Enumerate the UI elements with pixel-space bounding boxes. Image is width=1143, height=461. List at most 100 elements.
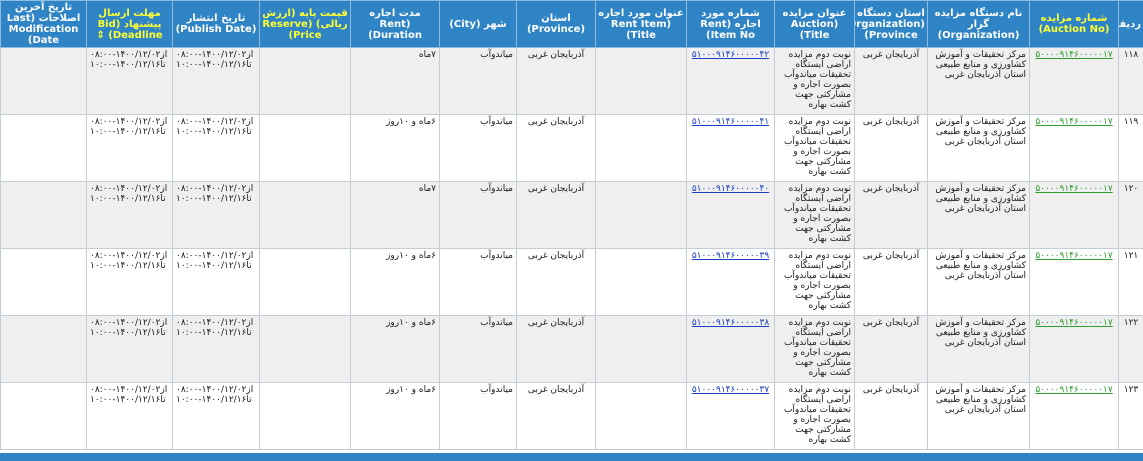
rent-item-number-link[interactable]: ۵۱۰۰۰۹۱۴۶۰۰۰۰۰۴۱ — [686, 114, 775, 182]
province-cell: آذربایجان غربی — [516, 248, 596, 316]
table-row[interactable]: ۱۲۳ ۵۰۰۰۰۹۱۴۶۰۰۰۰۰۱۷ مرکز تحقیقات و آموزش … — [0, 382, 1143, 450]
rent-item-number-link[interactable]: ۵۱۰۰۰۹۱۴۶۰۰۰۰۰۳۹ — [686, 248, 775, 316]
column-header-org-province[interactable]: استان دستگاه (Organization Province) — [854, 0, 928, 48]
organization-province-cell: آذربایجان غربی — [854, 47, 928, 115]
last-modification-cell — [0, 47, 87, 115]
table-row[interactable]: ۱۱۹ ۵۰۰۰۰۹۱۴۶۰۰۰۰۰۱۷ مرکز تحقیقات و آموزش … — [0, 114, 1143, 182]
column-header-reserve-price[interactable]: قیمت پایه (ارزش ریالی) (Reserve Price) — [259, 0, 351, 48]
date-line: تا۱۴۰۰/۱۲/۱۶-۱۰:۰۰ — [90, 328, 166, 338]
date-line: تا۱۴۰۰/۱۲/۱۶-۱۰:۰۰ — [176, 60, 252, 70]
bid-deadline-cell: از۱۴۰۰/۱۲/۰۲-۰۸:۰۰ تا۱۴۰۰/۱۲/۱۶-۱۰:۰۰ — [86, 181, 173, 249]
row-number-cell: ۱۲۳ — [1118, 382, 1143, 450]
auction-number-link[interactable]: ۵۰۰۰۰۹۱۴۶۰۰۰۰۰۱۷ — [1029, 248, 1119, 316]
column-header-publish-date[interactable]: تاریخ انتشار (Publish Date) — [172, 0, 260, 48]
last-modification-cell — [0, 248, 87, 316]
bottom-scrollbar[interactable] — [0, 453, 1143, 461]
rent-item-title-cell — [595, 181, 687, 249]
publish-date-cell: از۱۴۰۰/۱۲/۰۲-۰۸:۰۰ تا۱۴۰۰/۱۲/۱۶-۱۰:۰۰ — [172, 248, 260, 316]
rent-duration-cell: ۶ماه و ۱۰روز — [350, 315, 440, 383]
auction-number-link[interactable]: ۵۰۰۰۰۹۱۴۶۰۰۰۰۰۱۷ — [1029, 47, 1119, 115]
province-cell: آذربایجان غربی — [516, 315, 596, 383]
city-cell: میاندوآب — [439, 382, 517, 450]
column-header-rent-item-title[interactable]: عنوان مورد اجاره (Rent Item Title) — [595, 0, 687, 48]
column-header-auction-no[interactable]: شماره مزایده (Auction No) — [1029, 0, 1119, 48]
date-line: از۱۴۰۰/۱۲/۰۲-۰۸:۰۰ — [90, 318, 168, 328]
date-line: از۱۴۰۰/۱۲/۰۲-۰۸:۰۰ — [90, 385, 168, 395]
city-cell: میاندوآب — [439, 248, 517, 316]
table-row[interactable]: ۱۲۰ ۵۰۰۰۰۹۱۴۶۰۰۰۰۰۱۷ مرکز تحقیقات و آموزش … — [0, 181, 1143, 249]
row-number-cell: ۱۱۸ — [1118, 47, 1143, 115]
bid-deadline-cell: از۱۴۰۰/۱۲/۰۲-۰۸:۰۰ تا۱۴۰۰/۱۲/۱۶-۱۰:۰۰ — [86, 315, 173, 383]
date-line: از۱۴۰۰/۱۲/۰۲-۰۸:۰۰ — [176, 117, 254, 127]
rent-item-number-link[interactable]: ۵۱۰۰۰۹۱۴۶۰۰۰۰۰۴۰ — [686, 181, 775, 249]
rent-duration-cell: ۶ماه و ۱۰روز — [350, 382, 440, 450]
city-cell: میاندوآب — [439, 114, 517, 182]
column-header-bid-deadline[interactable]: مهلت ارسال پیشنهاد (Bid Deadline) ⇕ — [86, 0, 173, 48]
organization-cell: مرکز تحقیقات و آموزش کشاورزی و منابع طبی… — [927, 114, 1030, 182]
reserve-price-cell — [259, 248, 351, 316]
date-line: تا۱۴۰۰/۱۲/۱۶-۱۰:۰۰ — [90, 60, 166, 70]
rent-duration-cell: ۶ماه و ۱۰روز — [350, 248, 440, 316]
organization-cell: مرکز تحقیقات و آموزش کشاورزی و منابع طبی… — [927, 315, 1030, 383]
bid-deadline-cell: از۱۴۰۰/۱۲/۰۲-۰۸:۰۰ تا۱۴۰۰/۱۲/۱۶-۱۰:۰۰ — [86, 382, 173, 450]
column-header-rent-item-no[interactable]: شماره مورد اجاره (Rent Item No) — [686, 0, 775, 48]
organization-province-cell: آذربایجان غربی — [854, 114, 928, 182]
rent-item-number-link[interactable]: ۵۱۰۰۰۹۱۴۶۰۰۰۰۰۳۸ — [686, 315, 775, 383]
province-cell: آذربایجان غربی — [516, 47, 596, 115]
bid-deadline-cell: از۱۴۰۰/۱۲/۰۲-۰۸:۰۰ تا۱۴۰۰/۱۲/۱۶-۱۰:۰۰ — [86, 47, 173, 115]
publish-date-cell: از۱۴۰۰/۱۲/۰۲-۰۸:۰۰ تا۱۴۰۰/۱۲/۱۶-۱۰:۰۰ — [172, 382, 260, 450]
rent-item-title-cell — [595, 47, 687, 115]
column-header-city[interactable]: شهر (City) — [439, 0, 517, 48]
bid-deadline-cell: از۱۴۰۰/۱۲/۰۲-۰۸:۰۰ تا۱۴۰۰/۱۲/۱۶-۱۰:۰۰ — [86, 114, 173, 182]
table-body: ۱۱۸ ۵۰۰۰۰۹۱۴۶۰۰۰۰۰۱۷ مرکز تحقیقات و آموزش … — [0, 47, 1143, 450]
rent-item-number-link[interactable]: ۵۱۰۰۰۹۱۴۶۰۰۰۰۰۴۲ — [686, 47, 775, 115]
rent-duration-cell: ۶ماه و ۱۰روز — [350, 114, 440, 182]
date-line: تا۱۴۰۰/۱۲/۱۶-۱۰:۰۰ — [176, 194, 252, 204]
auction-title-cell: نوبت دوم مزایده اراضی ایستگاه تحقیقات می… — [774, 181, 855, 249]
reserve-price-cell — [259, 181, 351, 249]
rent-item-number-link[interactable]: ۵۱۰۰۰۹۱۴۶۰۰۰۰۰۳۷ — [686, 382, 775, 450]
date-line: از۱۴۰۰/۱۲/۰۲-۰۸:۰۰ — [90, 184, 168, 194]
date-line: تا۱۴۰۰/۱۲/۱۶-۱۰:۰۰ — [90, 261, 166, 271]
last-modification-cell — [0, 181, 87, 249]
organization-cell: مرکز تحقیقات و آموزش کشاورزی و منابع طبی… — [927, 382, 1030, 450]
column-header-organization[interactable]: نام دستگاه مزایده گزار (Organization) — [927, 0, 1030, 48]
date-line: از۱۴۰۰/۱۲/۰۲-۰۸:۰۰ — [176, 318, 254, 328]
column-header-last-mod[interactable]: تاریخ آخرین اصلاحات (Last Modification D… — [0, 0, 87, 48]
column-header-rent-duration[interactable]: مدت اجاره (Rent Duration) — [350, 0, 440, 48]
auction-title-cell: نوبت دوم مزایده اراضی ایستگاه تحقیقات می… — [774, 248, 855, 316]
row-number-cell: ۱۲۲ — [1118, 315, 1143, 383]
table-row[interactable]: ۱۲۱ ۵۰۰۰۰۹۱۴۶۰۰۰۰۰۱۷ مرکز تحقیقات و آموزش … — [0, 248, 1143, 316]
province-cell: آذربایجان غربی — [516, 181, 596, 249]
publish-date-cell: از۱۴۰۰/۱۲/۰۲-۰۸:۰۰ تا۱۴۰۰/۱۲/۱۶-۱۰:۰۰ — [172, 114, 260, 182]
organization-province-cell: آذربایجان غربی — [854, 181, 928, 249]
date-line: تا۱۴۰۰/۱۲/۱۶-۱۰:۰۰ — [90, 194, 166, 204]
date-line: از۱۴۰۰/۱۲/۰۲-۰۸:۰۰ — [176, 251, 254, 261]
publish-date-cell: از۱۴۰۰/۱۲/۰۲-۰۸:۰۰ تا۱۴۰۰/۱۲/۱۶-۱۰:۰۰ — [172, 315, 260, 383]
organization-province-cell: آذربایجان غربی — [854, 315, 928, 383]
organization-cell: مرکز تحقیقات و آموزش کشاورزی و منابع طبی… — [927, 248, 1030, 316]
row-number-cell: ۱۲۱ — [1118, 248, 1143, 316]
table-row[interactable]: ۱۲۲ ۵۰۰۰۰۹۱۴۶۰۰۰۰۰۱۷ مرکز تحقیقات و آموزش … — [0, 315, 1143, 383]
column-header-province[interactable]: استان (Province) — [516, 0, 596, 48]
date-line: تا۱۴۰۰/۱۲/۱۶-۱۰:۰۰ — [176, 127, 252, 137]
date-line: از۱۴۰۰/۱۲/۰۲-۰۸:۰۰ — [90, 117, 168, 127]
row-number-cell: ۱۱۹ — [1118, 114, 1143, 182]
organization-province-cell: آذربایجان غربی — [854, 382, 928, 450]
date-line: از۱۴۰۰/۱۲/۰۲-۰۸:۰۰ — [90, 50, 168, 60]
date-line: تا۱۴۰۰/۱۲/۱۶-۱۰:۰۰ — [176, 261, 252, 271]
auction-number-link[interactable]: ۵۰۰۰۰۹۱۴۶۰۰۰۰۰۱۷ — [1029, 382, 1119, 450]
table-row[interactable]: ۱۱۸ ۵۰۰۰۰۹۱۴۶۰۰۰۰۰۱۷ مرکز تحقیقات و آموزش … — [0, 47, 1143, 115]
table-header-row: ردیفشماره مزایده (Auction No)نام دستگاه … — [0, 0, 1143, 48]
auction-title-cell: نوبت دوم مزایده اراضی ایستگاه تحقیقات می… — [774, 114, 855, 182]
last-modification-cell — [0, 315, 87, 383]
rent-item-title-cell — [595, 315, 687, 383]
city-cell: میاندوآب — [439, 47, 517, 115]
auction-title-cell: نوبت دوم مزایده اراضی ایستگاه تحقیقات می… — [774, 47, 855, 115]
auction-number-link[interactable]: ۵۰۰۰۰۹۱۴۶۰۰۰۰۰۱۷ — [1029, 315, 1119, 383]
auction-number-link[interactable]: ۵۰۰۰۰۹۱۴۶۰۰۰۰۰۱۷ — [1029, 114, 1119, 182]
column-header-row-no[interactable]: ردیف — [1118, 0, 1143, 48]
auction-number-link[interactable]: ۵۰۰۰۰۹۱۴۶۰۰۰۰۰۱۷ — [1029, 181, 1119, 249]
organization-province-cell: آذربایجان غربی — [854, 248, 928, 316]
column-header-auction-title[interactable]: عنوان مزایده (Auction Title) — [774, 0, 855, 48]
